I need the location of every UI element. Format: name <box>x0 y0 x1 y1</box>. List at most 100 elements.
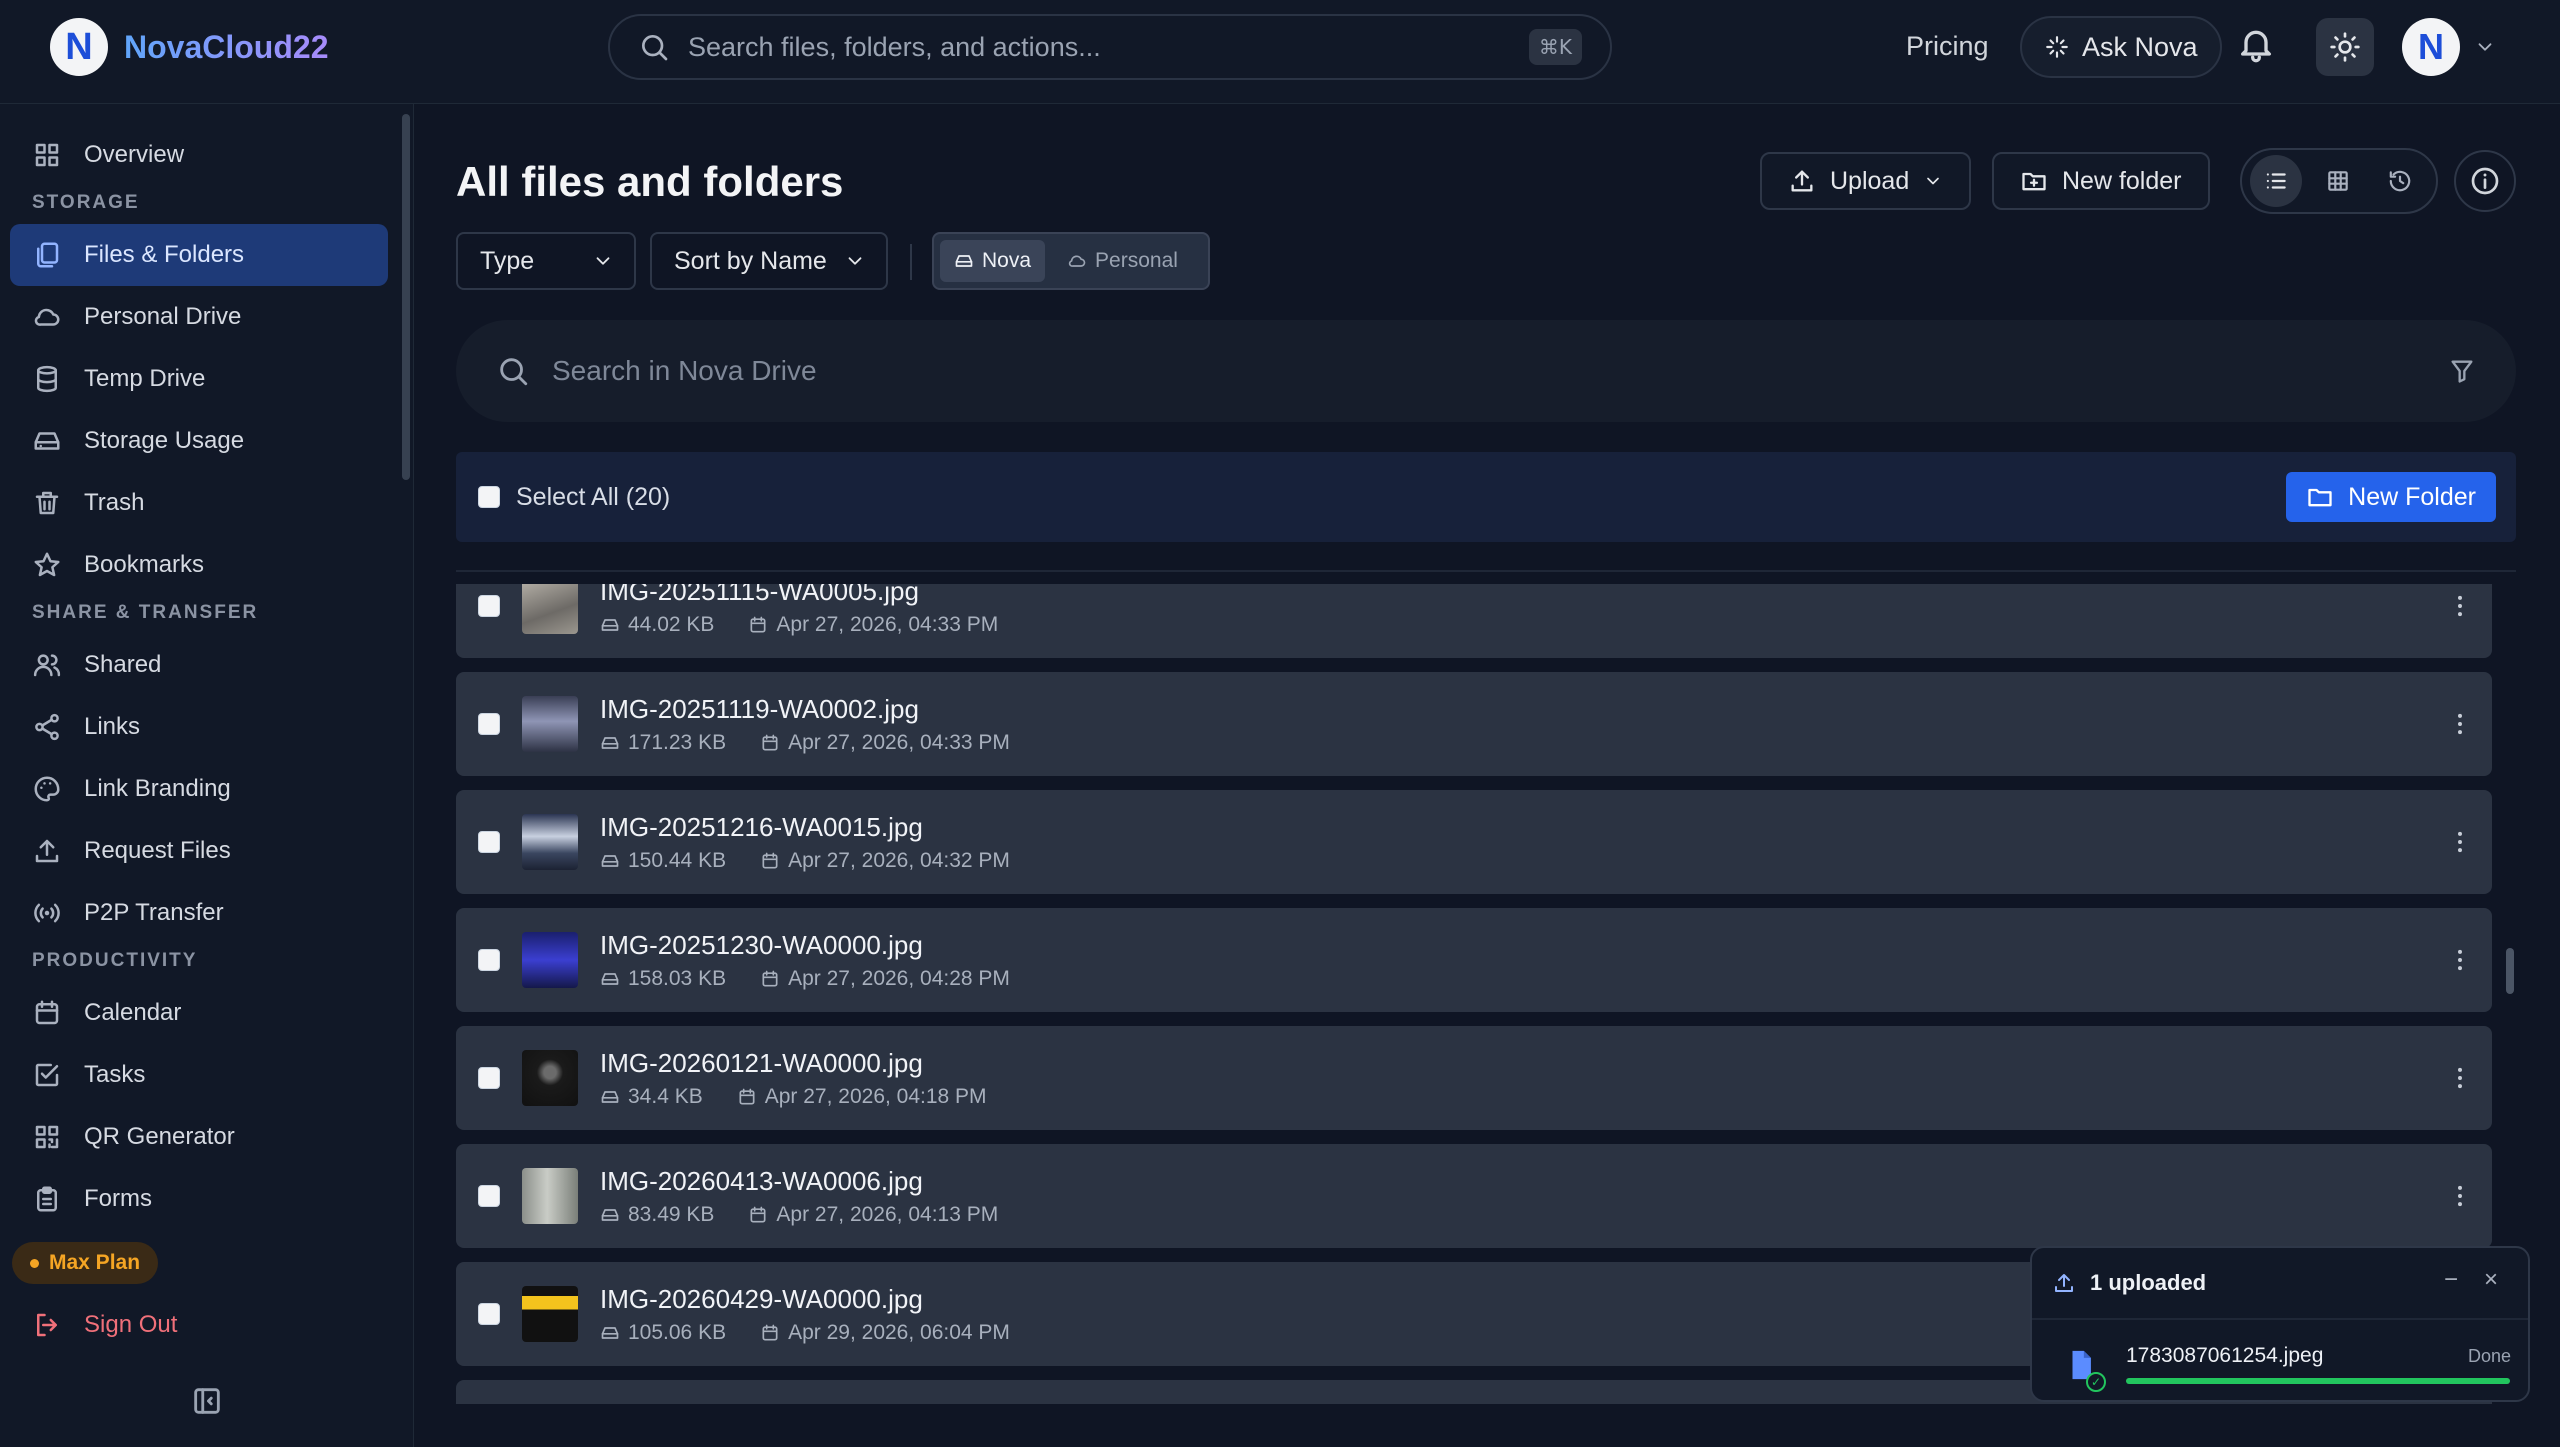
file-name[interactable]: IMG-20260429-WA0000.jpg <box>600 1284 1010 1315</box>
close-icon[interactable]: × <box>2484 1266 2498 1294</box>
file-date: Apr 27, 2026, 04:18 PM <box>764 1084 987 1108</box>
sidebar-item-overview[interactable]: Overview <box>10 124 388 186</box>
grid-view-button[interactable] <box>2312 155 2364 207</box>
list-view-button[interactable] <box>2250 155 2302 207</box>
file-date: Apr 27, 2026, 04:13 PM <box>776 1202 999 1226</box>
file-row[interactable]: IMG-20251216-WA0015.jpg 150.44 KB Apr 27… <box>456 790 2492 894</box>
select-all-checkbox[interactable] <box>478 486 500 508</box>
row-checkbox[interactable] <box>478 1067 500 1089</box>
row-checkbox[interactable] <box>478 831 500 853</box>
file-row[interactable]: IMG-20251119-WA0002.jpg 171.23 KB Apr 27… <box>456 672 2492 776</box>
chevron-down-icon <box>2478 43 2492 51</box>
sidebar-item-link-branding[interactable]: Link Branding <box>10 758 388 820</box>
new-folder-label: New folder <box>2062 166 2182 195</box>
minimize-icon[interactable]: − <box>2444 1266 2458 1294</box>
file-row[interactable]: IMG-20251230-WA0000.jpg 158.03 KB Apr 27… <box>456 908 2492 1012</box>
file-name[interactable]: IMG-20260121-WA0000.jpg <box>600 1048 987 1079</box>
file-meta: IMG-20251216-WA0015.jpg 150.44 KB Apr 27… <box>600 812 1010 873</box>
drive-search-input[interactable] <box>552 355 2448 387</box>
row-checkbox[interactable] <box>478 595 500 617</box>
sidebar-item-files-folders[interactable]: Files & Folders <box>10 224 388 286</box>
grid-icon <box>35 143 59 167</box>
file-list-scrollbar[interactable] <box>2506 948 2514 994</box>
file-row[interactable]: IMG-20260413-WA0006.jpg 83.49 KB Apr 27,… <box>456 1144 2492 1248</box>
hard-drive-icon <box>601 1090 619 1103</box>
users-icon <box>33 654 61 677</box>
new-folder-primary-button[interactable]: New Folder <box>2286 472 2496 522</box>
hard-drive-icon <box>601 854 619 867</box>
new-folder-button[interactable]: New folder <box>1992 152 2210 210</box>
sidebar-item-temp-drive[interactable]: Temp Drive <box>10 348 388 410</box>
sparkle-icon <box>2046 36 2068 58</box>
sidebar-item-label: P2P Transfer <box>84 899 224 926</box>
theme-toggle-button[interactable] <box>2316 18 2374 76</box>
sidebar-item-p2p-transfer[interactable]: P2P Transfer <box>10 882 388 944</box>
file-date: Apr 29, 2026, 06:04 PM <box>788 1320 1010 1344</box>
sidebar-item-calendar[interactable]: Calendar <box>10 982 388 1044</box>
info-button[interactable] <box>2454 150 2516 212</box>
file-name[interactable]: IMG-20251216-WA0015.jpg <box>600 812 1010 843</box>
more-vertical-icon[interactable] <box>2446 1182 2474 1210</box>
more-vertical-icon[interactable] <box>2446 1064 2474 1092</box>
plan-badge[interactable]: Max Plan <box>12 1242 159 1284</box>
file-thumbnail <box>522 932 578 988</box>
file-name[interactable]: IMG-20251115-WA0005.jpg <box>600 584 998 607</box>
notifications-button[interactable] <box>2236 22 2276 66</box>
upload-panel-divider <box>2032 1318 2528 1320</box>
sidebar-item-label: Links <box>84 713 141 740</box>
file-details: 105.06 KB Apr 29, 2026, 06:04 PM <box>600 1321 1010 1345</box>
file-thumbnail <box>522 1168 578 1224</box>
brand[interactable]: N NovaCloud22 <box>50 18 328 76</box>
file-name[interactable]: IMG-20251119-WA0002.jpg <box>600 694 1010 725</box>
filter-icon[interactable] <box>2448 357 2476 385</box>
source-personal-button[interactable]: Personal <box>1053 240 1192 282</box>
file-row[interactable]: IMG-20260121-WA0000.jpg 34.4 KB Apr 27, … <box>456 1026 2492 1130</box>
file-row[interactable]: IMG-20251115-WA0005.jpg 44.02 KB Apr 27,… <box>456 584 2492 658</box>
calendar-icon <box>762 1324 778 1340</box>
type-filter-dropdown[interactable]: Type <box>456 232 636 290</box>
more-vertical-icon[interactable] <box>2446 710 2474 738</box>
sidebar-item-qr-generator[interactable]: QR Generator <box>10 1106 388 1168</box>
drive-search[interactable] <box>456 320 2516 422</box>
calendar-icon <box>739 1088 755 1104</box>
qr-code-icon <box>35 1125 59 1149</box>
sun-icon <box>2330 32 2360 62</box>
sidebar-item-request-files[interactable]: Request Files <box>10 820 388 882</box>
recent-view-button[interactable] <box>2374 155 2426 207</box>
sidebar-item-personal-drive[interactable]: Personal Drive <box>10 286 388 348</box>
sidebar-item-tasks[interactable]: Tasks <box>10 1044 388 1106</box>
chevron-down-icon <box>596 257 610 265</box>
more-vertical-icon[interactable] <box>2446 828 2474 856</box>
sidebar-item-links[interactable]: Links <box>10 696 388 758</box>
upload-button[interactable]: Upload <box>1760 152 1972 210</box>
more-vertical-icon[interactable] <box>2446 592 2474 620</box>
sidebar-scrollbar[interactable] <box>402 114 410 480</box>
pricing-link[interactable]: Pricing <box>1906 31 1989 62</box>
row-checkbox[interactable] <box>478 713 500 735</box>
file-name[interactable]: IMG-20260413-WA0006.jpg <box>600 1166 998 1197</box>
sidebar-item-shared[interactable]: Shared <box>10 634 388 696</box>
list-divider <box>456 570 2516 572</box>
source-nova-button[interactable]: Nova <box>940 240 1046 282</box>
sidebar-item-forms[interactable]: Forms <box>10 1168 388 1230</box>
sort-label: Sort by Name <box>674 246 827 275</box>
sort-dropdown[interactable]: Sort by Name <box>650 232 888 290</box>
more-vertical-icon[interactable] <box>2446 946 2474 974</box>
sign-out-button[interactable]: Sign Out <box>10 1294 388 1356</box>
select-all-label[interactable]: Select All (20) <box>516 483 670 512</box>
sidebar-item-storage-usage[interactable]: Storage Usage <box>10 410 388 472</box>
account-menu[interactable]: N <box>2402 18 2496 76</box>
drive-source-toggle: Nova Personal <box>932 232 1210 290</box>
row-checkbox[interactable] <box>478 949 500 971</box>
file-name[interactable]: IMG-20251230-WA0000.jpg <box>600 930 1010 961</box>
sidebar-item-bookmarks[interactable]: Bookmarks <box>10 534 388 596</box>
global-search[interactable]: ⌘K <box>608 14 1612 80</box>
row-checkbox[interactable] <box>478 1185 500 1207</box>
sidebar-item-trash[interactable]: Trash <box>10 472 388 534</box>
ask-nova-button[interactable]: Ask Nova <box>2020 16 2222 78</box>
global-search-input[interactable] <box>688 31 1529 63</box>
clipboard-icon <box>37 1186 57 1212</box>
row-checkbox[interactable] <box>478 1303 500 1325</box>
trash-icon <box>35 491 59 515</box>
collapse-sidebar-button[interactable] <box>190 1384 224 1418</box>
